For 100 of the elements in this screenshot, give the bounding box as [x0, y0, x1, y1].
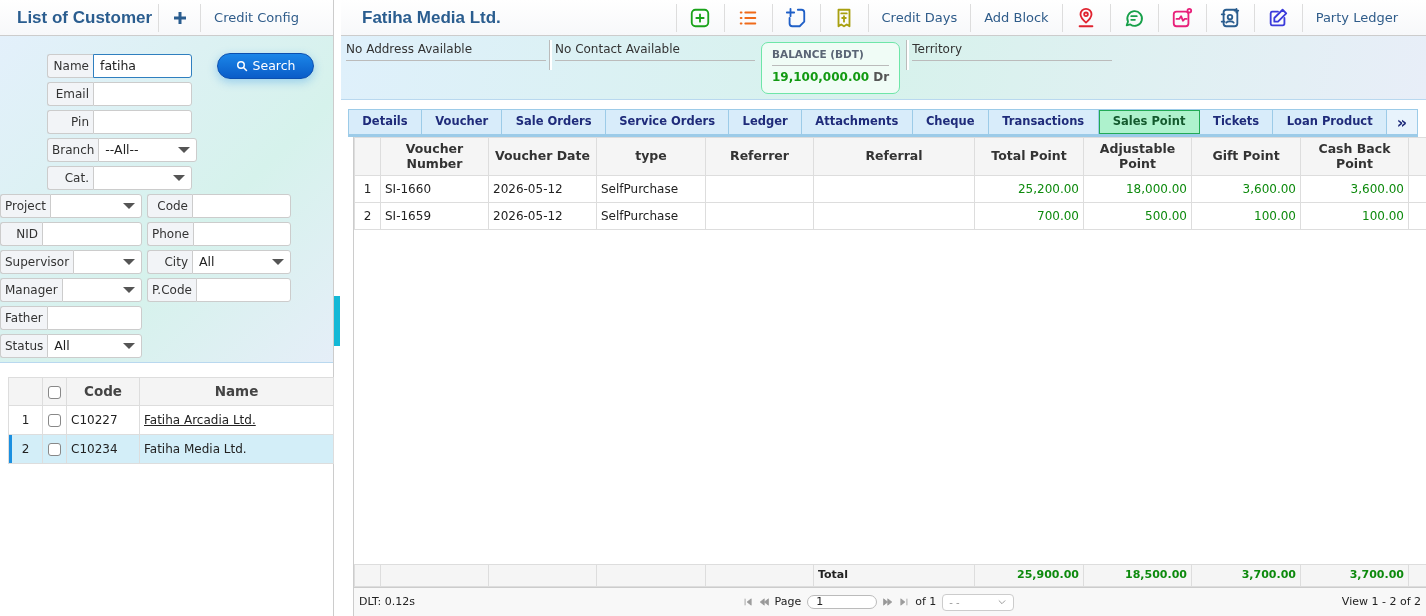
field-label: Code — [147, 194, 192, 218]
caret-icon — [123, 287, 135, 293]
page-count: of 1 — [915, 593, 937, 610]
input-field[interactable] — [192, 194, 291, 218]
record-count: View 1 - 2 of 2 — [1341, 593, 1421, 610]
table-cell: 18,000.00 — [1125, 182, 1187, 196]
caret-icon — [123, 203, 135, 209]
toolbar-button[interactable]: Party Ledger — [1301, 3, 1411, 32]
table-cell: 700.00 — [1037, 209, 1079, 223]
checkbox[interactable] — [48, 414, 61, 427]
table-cell: SI-1660 — [385, 182, 432, 196]
total-value: 18,500.00 — [1125, 568, 1187, 582]
search-button[interactable]: Search — [217, 53, 314, 79]
tab[interactable]: Transactions — [988, 110, 1099, 134]
chevron-down-icon — [997, 597, 1008, 607]
caret-icon — [173, 175, 185, 181]
field-label: Cat. — [47, 166, 93, 190]
total-value: 3,700.00 — [1241, 568, 1296, 582]
field-label: Father — [0, 306, 47, 330]
field-label: Project — [0, 194, 51, 218]
timing-text: DLT: 0.12s — [359, 593, 416, 610]
toolbar-button[interactable]: Credit Days — [867, 3, 971, 32]
table-cell: 100.00 — [1362, 209, 1404, 223]
input-field[interactable] — [195, 278, 291, 302]
tab[interactable]: Attachments — [802, 110, 913, 134]
row-number: 2 — [8, 434, 43, 464]
row-number: 1 — [354, 175, 381, 203]
tab[interactable]: Ledger — [729, 110, 802, 134]
contact-book-icon — [1219, 6, 1242, 29]
dropdown[interactable] — [50, 194, 142, 218]
caret-icon — [272, 259, 284, 265]
last-page-icon[interactable] — [899, 597, 910, 607]
column-header: Voucher Date — [488, 137, 597, 176]
first-page-icon[interactable] — [742, 597, 753, 607]
balance-label: BALANCE (BDT) — [772, 47, 890, 66]
party-title: Fatiha Media Ltd. — [362, 6, 502, 29]
tab[interactable]: Sale Orders — [502, 110, 606, 134]
dropdown[interactable]: All — [47, 334, 142, 358]
field-label: Email — [47, 82, 93, 106]
table-cell: 3,600.00 — [1350, 182, 1404, 196]
field-label: NID — [0, 222, 42, 246]
input-field[interactable] — [46, 306, 142, 330]
input-field[interactable] — [93, 82, 192, 106]
column-header: Adjustable Point — [1083, 137, 1192, 176]
address-text: No Address Available — [346, 40, 546, 61]
input-field[interactable] — [193, 222, 291, 246]
field-label: Pin — [47, 110, 93, 134]
table-cell: SelfPurchase — [601, 182, 679, 196]
balance-amount: 19,100,000.00 Dr — [772, 68, 890, 86]
more-tabs-button[interactable]: » — [1387, 110, 1417, 134]
checkbox[interactable] — [48, 443, 61, 456]
field-label: Manager — [0, 278, 62, 302]
tab[interactable]: Sales Point — [1098, 110, 1200, 134]
contact-text: No Contact Available — [555, 40, 755, 61]
column-header: Referral — [813, 137, 975, 176]
toolbar-button[interactable]: Credit Config — [200, 3, 312, 32]
table-cell: 2026-05-12 — [493, 182, 563, 196]
tab[interactable]: Service Orders — [605, 110, 730, 134]
dropdown[interactable]: All — [192, 250, 291, 274]
dropdown[interactable] — [61, 278, 142, 302]
column-header: Name — [139, 377, 334, 406]
table-cell: Fatiha Media Ltd. — [144, 442, 247, 456]
caret-icon — [123, 259, 135, 265]
checkbox[interactable] — [48, 385, 61, 399]
column-header: Total Point — [974, 137, 1084, 176]
previous-page-icon[interactable] — [758, 597, 769, 607]
territory-label: Territory — [912, 40, 1113, 61]
search-icon — [235, 60, 248, 72]
dropdown[interactable] — [73, 250, 142, 274]
table-cell: SI-1659 — [385, 209, 432, 223]
total-value: 25,900.00 — [1017, 568, 1079, 582]
next-page-icon[interactable] — [883, 597, 894, 607]
pencil-icon — [1267, 6, 1290, 29]
tab[interactable]: Details — [349, 110, 422, 134]
dropdown[interactable] — [93, 166, 192, 190]
column-header: Voucher Number — [380, 137, 489, 176]
splitter-handle[interactable] — [334, 296, 340, 346]
input-field[interactable]: fatiha — [93, 54, 192, 78]
column-header: type — [596, 137, 706, 176]
total-value: 3,700.00 — [1349, 568, 1404, 582]
tab[interactable]: Tickets — [1199, 110, 1274, 134]
field-label: Status — [0, 334, 48, 358]
toolbar-button[interactable]: Add Block — [970, 3, 1062, 32]
field-label: Phone — [147, 222, 194, 246]
table-cell: SelfPurchase — [601, 209, 679, 223]
input-field[interactable] — [42, 222, 142, 246]
tab[interactable]: Voucher — [421, 110, 503, 134]
dropdown[interactable]: --All-- — [98, 138, 198, 162]
panel-title: List of Customer — [17, 6, 153, 29]
total-label: Total — [818, 568, 849, 582]
input-field[interactable] — [93, 110, 192, 134]
table-cell: C10227 — [66, 405, 140, 435]
field-label: Branch — [47, 138, 99, 162]
page-input[interactable]: 1 — [807, 595, 878, 609]
plus-square-icon — [689, 6, 711, 29]
field-label: Name — [47, 54, 93, 78]
caret-icon — [123, 343, 135, 349]
row-number: 1 — [8, 405, 43, 435]
tab[interactable]: Loan Product — [1273, 110, 1387, 134]
tab[interactable]: Cheque — [912, 110, 989, 134]
